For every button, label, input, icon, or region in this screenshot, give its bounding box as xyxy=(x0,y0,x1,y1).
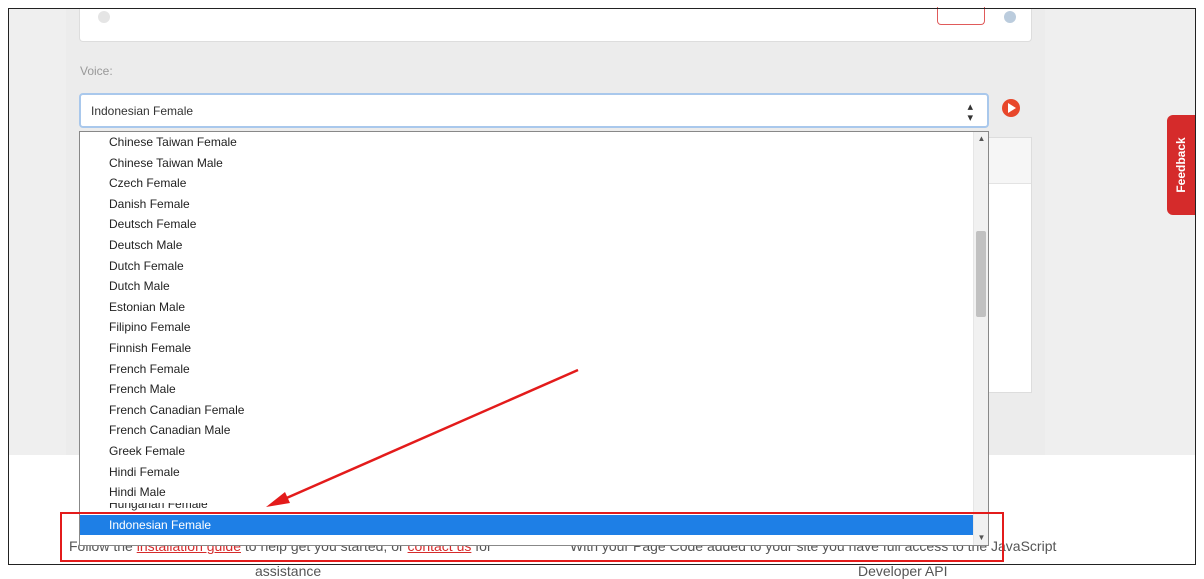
annotation-arrow xyxy=(266,368,579,507)
